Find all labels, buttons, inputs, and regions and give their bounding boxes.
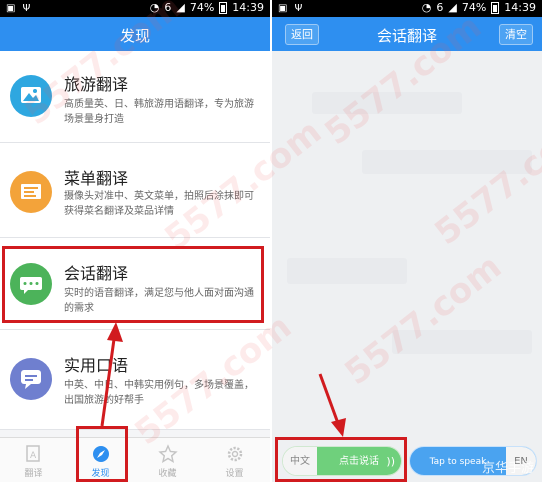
tab-settings[interactable]: 设置 bbox=[201, 438, 268, 482]
usb-icon: Ψ bbox=[294, 3, 303, 14]
wifi-icon: ◔ bbox=[149, 1, 160, 14]
image-icon: ▣ bbox=[6, 3, 16, 14]
battery-icon bbox=[491, 2, 500, 14]
clear-button[interactable]: 清空 bbox=[499, 24, 533, 45]
speech-bubble-icon bbox=[10, 358, 52, 400]
signal-text: 6 bbox=[436, 1, 444, 14]
signal-text: 6 bbox=[164, 1, 172, 14]
tab-translate[interactable]: A 翻译 bbox=[0, 438, 67, 482]
status-bar: ▣ Ψ ◔ 6 ◢ 74% 14:39 bbox=[0, 0, 270, 17]
page-title: 发现 bbox=[119, 27, 150, 45]
conversation-bubble bbox=[287, 258, 407, 284]
signal-icon: ◢ bbox=[448, 1, 457, 14]
clock: 14:39 bbox=[232, 1, 264, 14]
conversation-bubble bbox=[312, 92, 462, 114]
tab-label: 收藏 bbox=[158, 469, 177, 479]
tab-label: 发现 bbox=[91, 469, 110, 479]
conversation-icon bbox=[10, 263, 52, 305]
discover-screen: ▣ Ψ ◔ 6 ◢ 74% 14:39 发现 旅游翻译 高质量英、日、韩旅游用语… bbox=[0, 0, 270, 482]
feature-conversation-translation[interactable]: 会话翻译 实时的语音翻译，满足您与他人面对面沟通的需求 bbox=[0, 238, 270, 330]
clock: 14:39 bbox=[504, 1, 536, 14]
discover-icon bbox=[91, 444, 111, 464]
sound-wave-icon: )) bbox=[386, 455, 395, 468]
bottom-tab-bar: A 翻译 发现 收藏 设置 bbox=[0, 437, 270, 482]
feature-title: 菜单翻译 bbox=[64, 169, 129, 188]
app-header: 发现 bbox=[0, 17, 270, 51]
battery-percent: 74% bbox=[461, 1, 487, 14]
battery-percent: 74% bbox=[189, 1, 215, 14]
battery-icon bbox=[219, 2, 228, 14]
feature-travel-translation[interactable]: 旅游翻译 高质量英、日、韩旅游用语翻译，专为旅游场景量身打造 bbox=[0, 51, 270, 143]
conversation-bubble bbox=[392, 330, 532, 354]
usb-icon: Ψ bbox=[22, 3, 31, 14]
svg-text:A: A bbox=[30, 451, 37, 461]
tab-favorites[interactable]: 收藏 bbox=[134, 438, 201, 482]
feature-description: 摄像头对准中、英文菜单，拍照后涂抹即可获得菜名翻译及菜品详情 bbox=[64, 191, 254, 217]
conversation-screen: ▣ Ψ ◔ 6 ◢ 74% 14:39 返回 会话翻译 清空 中文 点击说话 )… bbox=[272, 0, 542, 482]
feature-menu-translation[interactable]: 菜单翻译 摄像头对准中、英文菜单，拍照后涂抹即可获得菜名翻译及菜品详情 bbox=[0, 143, 270, 238]
feature-title: 实用口语 bbox=[64, 356, 129, 375]
travel-icon bbox=[10, 75, 52, 117]
feature-title: 旅游翻译 bbox=[64, 75, 129, 94]
wifi-icon: ◔ bbox=[421, 1, 432, 14]
gear-icon bbox=[225, 444, 245, 464]
corner-watermark: 京华手游 bbox=[481, 461, 534, 476]
feature-description: 中英、中日、中韩实用例句，多场景覆盖，出国旅游的好帮手 bbox=[64, 380, 254, 406]
feature-description: 高质量英、日、韩旅游用语翻译，专为旅游场景量身打造 bbox=[64, 99, 254, 125]
conversation-bubble bbox=[362, 150, 532, 174]
chinese-speak-button[interactable]: 中文 点击说话 )) bbox=[282, 446, 402, 476]
feature-title: 会话翻译 bbox=[64, 264, 129, 283]
feature-practical-phrases[interactable]: 实用口语 中英、中日、中韩实用例句，多场景覆盖，出国旅游的好帮手 bbox=[0, 330, 270, 430]
star-icon bbox=[157, 444, 178, 464]
tab-label: 翻译 bbox=[24, 469, 43, 479]
app-header: 返回 会话翻译 清空 bbox=[272, 17, 542, 51]
tab-label: 设置 bbox=[225, 469, 244, 479]
image-icon: ▣ bbox=[278, 3, 288, 14]
feature-description: 实时的语音翻译，满足您与他人面对面沟通的需求 bbox=[64, 288, 254, 314]
signal-icon: ◢ bbox=[176, 1, 185, 14]
chinese-language-label: 中文 bbox=[283, 447, 317, 475]
translate-icon: A bbox=[24, 444, 44, 464]
menu-book-icon bbox=[10, 171, 52, 213]
status-bar: ▣ Ψ ◔ 6 ◢ 74% 14:39 bbox=[272, 0, 542, 17]
tab-discover[interactable]: 发现 bbox=[67, 438, 134, 482]
